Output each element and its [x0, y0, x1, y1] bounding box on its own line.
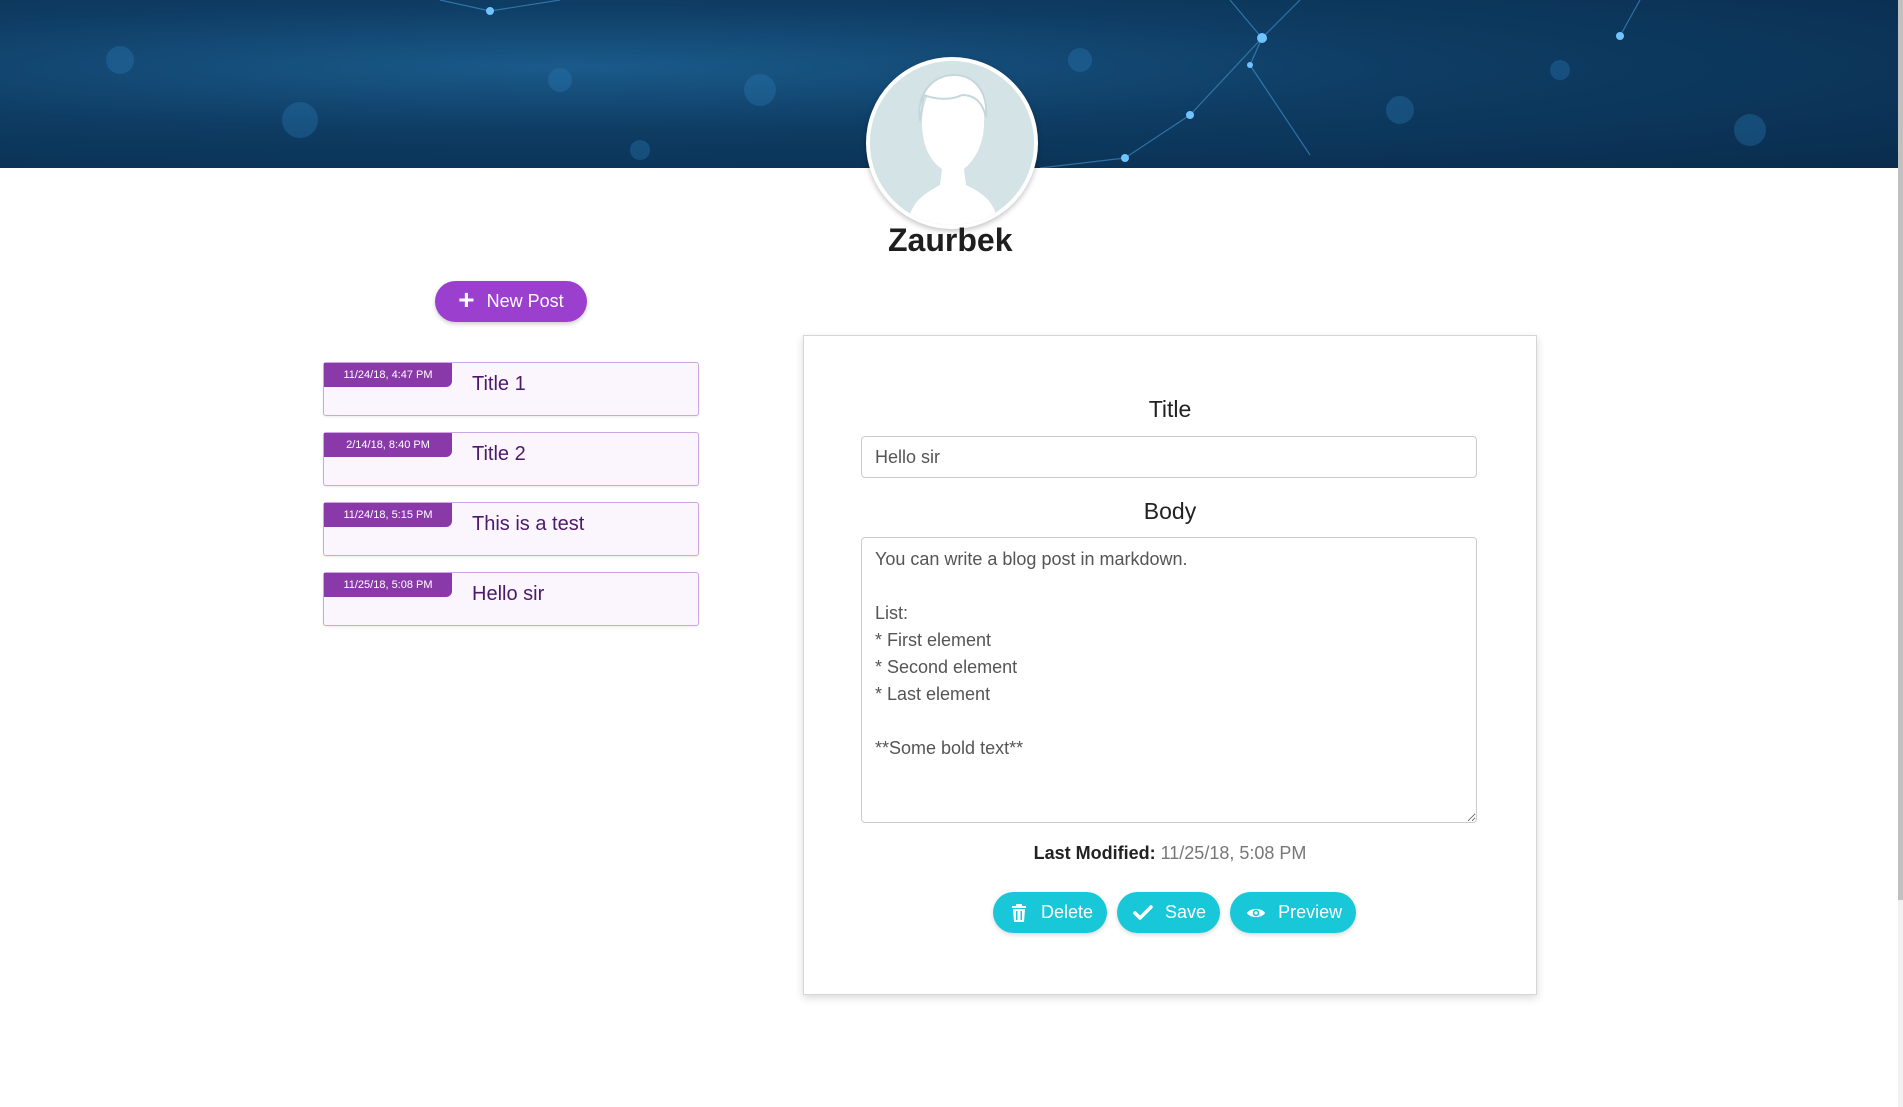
post-title: Hello sir	[472, 583, 545, 605]
post-list-item[interactable]: 11/24/18, 4:47 PM Title 1	[323, 362, 699, 416]
post-date-badge: 11/24/18, 5:15 PM	[324, 503, 452, 527]
title-input[interactable]	[861, 436, 1477, 478]
save-label: Save	[1165, 902, 1207, 922]
delete-label: Delete	[1041, 902, 1094, 922]
avatar	[866, 57, 1038, 229]
post-title: Title 1	[472, 373, 526, 395]
post-list-item[interactable]: 11/25/18, 5:08 PM Hello sir	[323, 572, 699, 626]
new-post-button[interactable]: + New Post	[435, 281, 587, 322]
post-title: This is a test	[472, 513, 585, 535]
post-date-badge: 11/25/18, 5:08 PM	[324, 573, 452, 597]
last-modified: Last Modified: 11/25/18, 5:08 PM	[804, 843, 1536, 864]
preview-label: Preview	[1278, 902, 1343, 922]
check-icon	[1133, 903, 1153, 923]
delete-button[interactable]: Delete	[993, 892, 1108, 933]
last-modified-value: 11/25/18, 5:08 PM	[1160, 843, 1307, 863]
eye-icon	[1246, 903, 1266, 923]
post-title: Title 2	[472, 443, 526, 465]
post-date-badge: 2/14/18, 8:40 PM	[324, 433, 452, 457]
page-scrollbar[interactable]	[1898, 0, 1903, 1107]
post-list-item[interactable]: 11/24/18, 5:15 PM This is a test	[323, 502, 699, 556]
post-date-badge: 11/24/18, 4:47 PM	[324, 363, 452, 387]
profile-username: Zaurbek	[888, 222, 1013, 258]
preview-button[interactable]: Preview	[1230, 892, 1357, 933]
post-list: 11/24/18, 4:47 PM Title 1 2/14/18, 8:40 …	[323, 362, 699, 642]
save-button[interactable]: Save	[1117, 892, 1221, 933]
new-post-label: New Post	[486, 291, 564, 311]
post-editor-card: Title Body Last Modified: 11/25/18, 5:08…	[803, 335, 1537, 995]
body-textarea[interactable]	[861, 537, 1477, 823]
last-modified-label: Last Modified:	[1033, 843, 1156, 863]
post-list-item[interactable]: 2/14/18, 8:40 PM Title 2	[323, 432, 699, 486]
plus-icon: +	[458, 284, 475, 315]
body-label: Body	[1143, 498, 1197, 524]
trash-icon	[1009, 903, 1029, 923]
title-label: Title	[1148, 396, 1192, 422]
editor-actions: Delete Save Preview	[993, 892, 1357, 933]
scrollbar-thumb[interactable]	[1898, 0, 1903, 900]
user-silhouette-icon	[870, 61, 1034, 225]
